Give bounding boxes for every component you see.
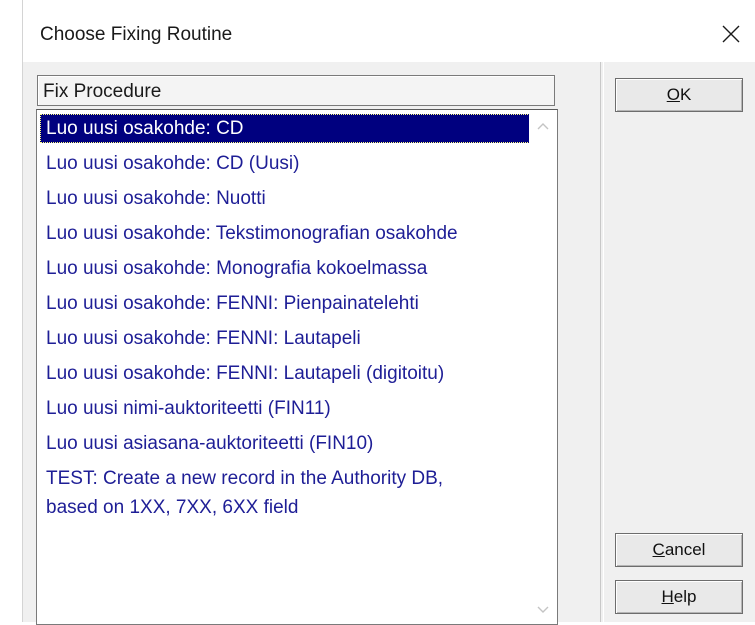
- help-label: elp: [673, 587, 697, 606]
- list-item-continuation[interactable]: based on 1XX, 7XX, 6XX field: [40, 493, 298, 522]
- close-icon: [722, 25, 740, 43]
- list-item[interactable]: Luo uusi asiasana-auktoriteetti (FIN10): [40, 429, 373, 458]
- scroll-down-button[interactable]: [529, 598, 557, 622]
- ok-button[interactable]: OK: [615, 78, 743, 112]
- fix-procedure-list[interactable]: Luo uusi osakohde: CD Luo uusi osakohde:…: [36, 109, 558, 625]
- cancel-button[interactable]: Cancel: [615, 533, 743, 567]
- fix-procedure-pane: Fix Procedure Luo uusi osakohde: CD Luo …: [36, 70, 603, 625]
- title-bar: Choose Fixing Routine: [23, 0, 755, 62]
- vertical-scrollbar[interactable]: [529, 110, 557, 624]
- help-mnemonic: H: [661, 587, 674, 606]
- close-button[interactable]: [706, 12, 755, 56]
- scroll-up-button[interactable]: [529, 114, 557, 138]
- ok-label: K: [679, 85, 692, 104]
- ok-mnemonic: O: [666, 85, 680, 104]
- cancel-mnemonic: C: [652, 540, 665, 559]
- list-item[interactable]: Luo uusi osakohde: FENNI: Pienpainateleh…: [40, 289, 419, 318]
- column-header-fix-procedure[interactable]: Fix Procedure: [37, 75, 555, 106]
- list-item[interactable]: Luo uusi osakohde: Monografia kokoelmass…: [40, 254, 427, 283]
- list-item[interactable]: Luo uusi osakohde: Nuotti: [40, 184, 266, 213]
- list-item[interactable]: Luo uusi osakohde: CD: [40, 114, 550, 143]
- help-button[interactable]: Help: [615, 580, 743, 614]
- list-item[interactable]: Luo uusi osakohde: FENNI: Lautapeli: [40, 324, 361, 353]
- chevron-down-icon: [537, 606, 549, 613]
- list-item[interactable]: TEST: Create a new record in the Authori…: [40, 464, 443, 493]
- choose-fixing-routine-dialog: Choose Fixing Routine Fix Procedure Luo …: [22, 0, 755, 625]
- list-item[interactable]: Luo uusi osakohde: Tekstimonografian osa…: [40, 219, 458, 248]
- dialog-title: Choose Fixing Routine: [40, 24, 233, 45]
- list-item[interactable]: Luo uusi nimi-auktoriteetti (FIN11): [40, 394, 331, 423]
- list-item[interactable]: Luo uusi osakohde: FENNI: Lautapeli (dig…: [40, 359, 444, 388]
- cancel-label: ancel: [664, 540, 706, 559]
- chevron-up-icon: [537, 123, 549, 130]
- pane-divider-highlight: [603, 62, 604, 622]
- list-item[interactable]: Luo uusi osakohde: CD (Uusi): [40, 149, 299, 178]
